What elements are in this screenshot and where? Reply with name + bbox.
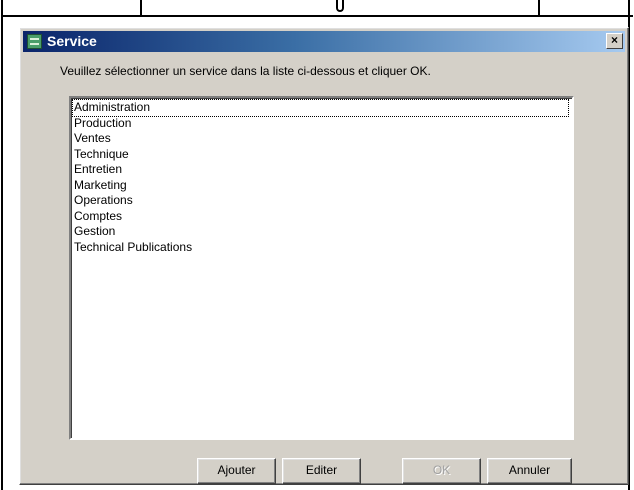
- list-item[interactable]: Administration: [72, 99, 569, 117]
- instruction-text: Veuillez sélectionner un service dans la…: [60, 64, 431, 78]
- list-item[interactable]: Technique: [73, 147, 572, 163]
- service-list: Administration Production Ventes Technique E…: [71, 98, 572, 255]
- ok-button-label: OK: [432, 463, 451, 477]
- app-icon: [27, 34, 42, 49]
- add-button[interactable]: Ajouter: [197, 458, 276, 484]
- list-item[interactable]: Operations: [73, 193, 572, 209]
- add-button-label: Ajouter: [217, 463, 256, 477]
- edit-button[interactable]: Editer: [282, 458, 361, 484]
- edit-button-label: Editer: [305, 463, 338, 477]
- document-header-glyph: [336, 0, 344, 12]
- service-dialog: Service × Veuillez sélectionner un servi…: [19, 27, 629, 485]
- list-item[interactable]: Gestion: [73, 224, 572, 240]
- list-item[interactable]: Entretien: [73, 162, 572, 178]
- list-item[interactable]: Production: [73, 116, 572, 132]
- close-button[interactable]: ×: [606, 33, 623, 49]
- window-title: Service: [47, 33, 97, 49]
- list-item[interactable]: Technical Publications: [73, 240, 572, 256]
- cancel-button-label: Annuler: [508, 463, 551, 477]
- ok-button[interactable]: OK: [402, 458, 481, 484]
- service-listbox[interactable]: Administration Production Ventes Technique E…: [69, 96, 574, 440]
- close-icon: ×: [610, 33, 618, 47]
- title-bar[interactable]: Service ×: [23, 31, 625, 52]
- list-item[interactable]: Comptes: [73, 209, 572, 225]
- list-item[interactable]: Ventes: [73, 131, 572, 147]
- document-rule: [1, 15, 633, 17]
- cancel-button[interactable]: Annuler: [487, 458, 572, 484]
- list-item[interactable]: Marketing: [73, 178, 572, 194]
